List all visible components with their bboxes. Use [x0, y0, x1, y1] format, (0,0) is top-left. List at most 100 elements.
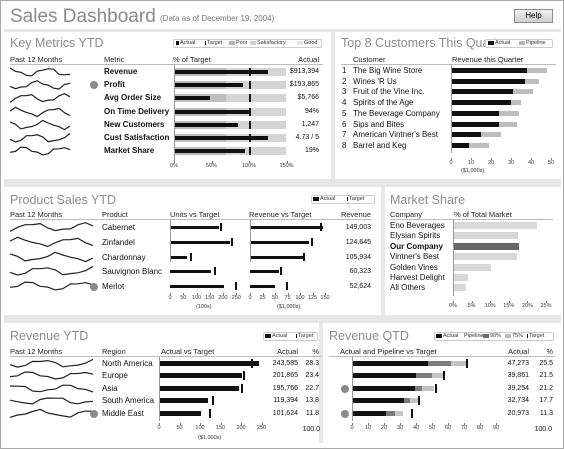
target-marker: [249, 147, 251, 156]
sparkline: [9, 371, 94, 381]
col-header-spark: Past 12 Months: [10, 347, 63, 356]
region-pct: 22.7: [305, 384, 319, 392]
alert-dot: [341, 409, 349, 418]
customer-name: The Beverage Company: [353, 108, 440, 118]
customer-name: Wines 'R Us: [353, 76, 397, 86]
company-label: Harvest Delight: [390, 273, 445, 282]
axis-tick-label: 50: [547, 160, 555, 166]
sparkline: [9, 266, 94, 277]
customer-name: Sips and Bites: [353, 119, 405, 129]
panel-title: Top 8 Customers This Quarter: [341, 36, 509, 50]
col-header-revenue: Revenue this Quarter: [452, 55, 524, 64]
axis-tick-label: 0: [350, 425, 354, 431]
axis-tick-label: 50: [176, 425, 183, 431]
divider: [331, 32, 335, 179]
metric-actual: $5,766: [297, 94, 319, 102]
axis-line: [159, 357, 160, 421]
actual-bar: [174, 136, 268, 140]
customer-rank: 5: [342, 108, 347, 118]
sparkline-path: [9, 397, 94, 405]
actual-bar: [451, 121, 499, 127]
header-rule: [390, 219, 553, 220]
target-marker: [465, 359, 468, 368]
legend-item-satisfactory: Satisfactory: [247, 40, 286, 47]
product-revenue: 124,645: [345, 238, 371, 246]
metric-label: Cust Satisfaction: [104, 133, 170, 142]
actual-bar: [159, 398, 208, 404]
region-actual: 101,624: [272, 409, 298, 417]
panel-title: Market Share: [390, 193, 466, 207]
legend-item-actual: Actual: [265, 333, 287, 340]
actual-bar: [451, 89, 513, 95]
product-label: Cabernet: [102, 223, 135, 232]
actual-bar: [451, 100, 511, 106]
target-marker: [251, 359, 254, 368]
region-pct: 23.4: [305, 372, 319, 380]
revenue-bar: [250, 255, 304, 259]
sparkline-path: [9, 371, 94, 381]
units-unit-label: (100s): [196, 304, 212, 310]
alert-dot: [341, 384, 349, 393]
qtd-pct: 17.7: [539, 397, 553, 405]
col-header-company: Company: [390, 210, 423, 219]
metric-label: Avg Order Size: [104, 93, 162, 103]
sparkline: [9, 251, 94, 262]
units-bar: [170, 285, 225, 289]
share-bar: [453, 222, 537, 229]
axis-tick-label: 0%: [170, 163, 178, 169]
axis-line: [453, 220, 454, 296]
panel-title: Revenue YTD: [10, 329, 89, 343]
region-pct: 28.3: [305, 360, 319, 367]
qtd-actual: 20,973: [507, 409, 529, 417]
total-pct: 100.0: [534, 426, 552, 433]
legend-item-poor: Poor: [226, 40, 248, 47]
sparkline: [9, 397, 94, 405]
sparkline-path: [9, 119, 71, 131]
region-actual: 243,585: [272, 360, 298, 367]
axis-tick-label: 100%: [241, 163, 257, 169]
qtd-pct: 25.5: [539, 360, 553, 367]
alert-dot: [90, 283, 98, 292]
qtd-actual: 47,273: [507, 360, 529, 367]
actual-bar: [451, 110, 499, 116]
actual-bar: [352, 385, 415, 391]
col-header-metric: Metric: [104, 55, 125, 64]
legend-item-target: Target: [296, 333, 314, 339]
sparkline-path: [9, 266, 94, 277]
revenue-bar: [250, 226, 323, 229]
axis-tick-label: 0: [157, 425, 161, 431]
axis-tick-label: 200: [236, 425, 246, 431]
share-bar: [453, 232, 519, 240]
sparkline-path: [9, 222, 94, 232]
legend-item-actual: Actual: [436, 333, 458, 340]
sparkline-path: [9, 133, 71, 143]
units-bar: [170, 226, 220, 229]
header-rule: [329, 356, 555, 357]
actual-bar: [352, 361, 428, 366]
col-header-pct: %: [312, 347, 319, 356]
axis-tick-label: 25%: [540, 303, 552, 309]
col-header-spark: Past 12 Months: [10, 210, 63, 219]
customer-rank: 3: [342, 87, 347, 97]
axis-tick-label: 80: [476, 425, 484, 431]
actual-bar: [159, 373, 242, 379]
unit-label: ($1,000s): [198, 435, 222, 441]
actual-bar: [159, 361, 259, 366]
units-target: [189, 252, 192, 261]
our-share-bar: [453, 242, 520, 250]
target-marker: [241, 383, 243, 393]
actual-bar: [174, 96, 210, 101]
help-button[interactable]: Help: [514, 9, 553, 23]
sparkline-path: [9, 384, 94, 393]
col-header-actual: Actual: [508, 347, 529, 356]
company-label: Vintner's Best: [390, 252, 439, 262]
col-header-region: Region: [102, 347, 126, 356]
col-header-actual: Actual: [298, 55, 319, 64]
actual-bar: [174, 122, 238, 127]
actual-bar: [174, 83, 243, 88]
region-label: Asia: [102, 383, 118, 393]
axis-tick-label: 50%: [205, 163, 217, 169]
sparkline-path: [9, 93, 71, 104]
col-header-apt: Actual and Pipeline vs Target: [340, 347, 437, 356]
metric-label: Market Share: [104, 146, 155, 156]
